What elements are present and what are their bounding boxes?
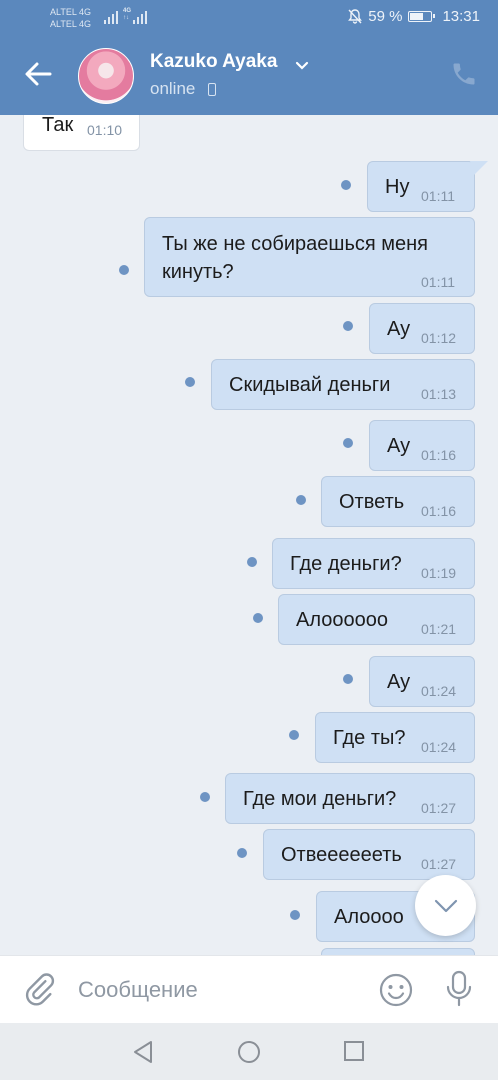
unread-indicator <box>296 495 306 505</box>
message-text: Где мои деньги? <box>243 788 397 810</box>
scroll-to-bottom-button[interactable] <box>415 875 476 936</box>
message-time: 01:16 <box>421 447 457 463</box>
message-text: Алоооо <box>334 906 404 928</box>
mobile-icon <box>208 83 216 96</box>
message-time: 01:21 <box>421 621 457 637</box>
status-right: 59 % 13:31 <box>348 8 480 25</box>
unread-indicator <box>185 377 195 387</box>
emoji-button[interactable] <box>378 972 414 1013</box>
unread-indicator <box>200 792 210 802</box>
contact-menu-toggle[interactable] <box>295 58 309 76</box>
nav-home-button[interactable] <box>237 1040 261 1069</box>
unread-indicator <box>290 910 300 920</box>
back-button[interactable] <box>20 56 56 92</box>
chevron-down-icon <box>295 61 309 70</box>
message-bubble[interactable]: Алоооооо 01:21 <box>278 594 475 645</box>
message-bubble[interactable]: Ответь 01:16 <box>321 476 475 527</box>
unread-indicator <box>253 613 263 623</box>
message-text: Ау <box>387 671 411 693</box>
message-text: Ау <box>387 318 411 340</box>
message-bubble[interactable] <box>321 948 475 955</box>
unread-indicator <box>343 438 353 448</box>
signal-icon <box>104 10 118 24</box>
microphone-icon <box>446 970 472 1007</box>
network-type-icon: 4G ↑↓ <box>123 8 132 21</box>
battery-icon <box>408 11 436 22</box>
unread-indicator <box>341 180 351 190</box>
unread-indicator <box>247 557 257 567</box>
message-time: 01:12 <box>421 330 457 346</box>
emoji-icon <box>379 973 413 1007</box>
message-bubble[interactable]: Скидывай деньги 01:13 <box>211 359 475 410</box>
app-header-area: ALTEL 4G ALTEL 4G 4G ↑↓ 59 % 13:31 Kazuko… <box>0 0 498 115</box>
message-list[interactable]: Так 01:10 Ну 01:11 Ты же не собираешься … <box>0 115 498 955</box>
message-bubble[interactable]: Отвееееееть 01:27 <box>263 829 475 880</box>
message-bubble[interactable]: Где деньги? 01:19 <box>272 538 475 589</box>
message-bubble[interactable]: Ау 01:24 <box>369 656 475 707</box>
message-bubble[interactable]: Где мои деньги? 01:27 <box>225 773 475 824</box>
carrier-labels: ALTEL 4G ALTEL 4G <box>50 6 91 30</box>
message-text: Где ты? <box>333 727 406 749</box>
battery-percent: 59 % <box>368 8 403 25</box>
contact-status: online <box>150 79 196 98</box>
signal-icon <box>133 10 147 24</box>
status-bar: ALTEL 4G ALTEL 4G 4G ↑↓ 59 % 13:31 <box>0 0 498 36</box>
mute-icon <box>348 9 363 24</box>
message-bubble[interactable]: Ау 01:16 <box>369 420 475 471</box>
paperclip-icon <box>25 973 55 1006</box>
voice-message-button[interactable] <box>444 970 474 1013</box>
unread-indicator <box>343 321 353 331</box>
unread-indicator <box>119 265 129 275</box>
message-time: 01:24 <box>421 683 457 699</box>
nav-back-icon <box>134 1041 152 1063</box>
message-text: Отвееееееть <box>281 844 402 866</box>
message-input[interactable] <box>78 970 358 1010</box>
nav-recent-icon <box>344 1041 364 1061</box>
nav-home-icon <box>238 1041 260 1063</box>
phone-icon <box>453 63 475 85</box>
carrier-2: ALTEL 4G <box>50 19 92 29</box>
message-time: 01:27 <box>421 800 457 816</box>
back-arrow-icon <box>25 62 52 86</box>
message-text: Так <box>42 115 74 136</box>
message-text: Ну <box>385 176 410 198</box>
nav-recent-button[interactable] <box>343 1040 365 1067</box>
unread-indicator <box>237 848 247 858</box>
message-time: 01:27 <box>421 856 457 872</box>
attach-button[interactable] <box>22 972 56 1011</box>
carrier-1: ALTEL 4G <box>50 7 92 17</box>
status-time: 13:31 <box>442 8 480 25</box>
message-text: Где деньги? <box>290 553 402 575</box>
nav-back-button[interactable] <box>132 1040 154 1069</box>
message-bubble[interactable]: Где ты? 01:24 <box>315 712 475 763</box>
message-bubble[interactable]: Ау 01:12 <box>369 303 475 354</box>
message-text: Алоооооо <box>296 609 388 631</box>
message-time: 01:16 <box>421 503 457 519</box>
message-time: 01:11 <box>421 274 455 290</box>
contact-name[interactable]: Kazuko Ayaka <box>150 51 277 73</box>
avatar[interactable] <box>78 48 134 104</box>
message-text: Скидывай деньги <box>229 374 391 396</box>
system-navigation-bar <box>0 1023 498 1080</box>
message-bubble[interactable]: Ты же не собираешься меня кинуть? 01:11 <box>144 217 475 297</box>
chevron-down-icon <box>434 899 457 912</box>
unread-indicator <box>343 674 353 684</box>
message-bubble[interactable]: Так 01:10 <box>23 115 140 151</box>
message-composer <box>0 955 498 1023</box>
message-bubble[interactable]: Ну 01:11 <box>367 161 475 212</box>
message-time: 01:19 <box>421 565 457 581</box>
message-time: 01:13 <box>421 386 457 402</box>
message-time: 01:10 <box>87 122 123 138</box>
message-time: 01:11 <box>421 188 455 204</box>
chat-header: Kazuko Ayaka online <box>0 36 498 115</box>
bubble-tail <box>470 161 488 175</box>
message-time: 01:24 <box>421 739 457 755</box>
unread-indicator <box>289 730 299 740</box>
call-button[interactable] <box>450 60 478 93</box>
message-text: Ответь <box>339 491 405 513</box>
message-text: Ау <box>387 435 411 457</box>
